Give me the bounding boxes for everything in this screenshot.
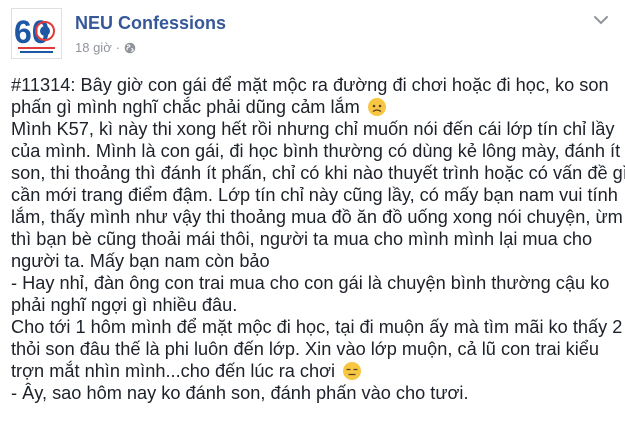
worried-face-emoji <box>367 98 386 116</box>
globe-icon[interactable] <box>124 42 136 54</box>
post-line: - Ây, sao hôm nay ko đánh son, đánh phấn… <box>11 383 469 403</box>
page-name-link[interactable]: NEU Confessions <box>75 13 226 34</box>
post-line-with-emoji: trợn mắt nhìn mình...cho đến lúc ra chơi <box>11 360 617 382</box>
post-line: - Hay nhỉ, đàn ông con trai mua cho con … <box>11 273 610 293</box>
post-line-text: trợn mắt nhìn mình...cho đến lúc ra chơi <box>11 361 336 381</box>
post-line-text: phấn gì mình nghĩ chắc phải dũng cảm lắm <box>11 97 360 117</box>
post-line: #11314: Bây giờ con gái để mặt mộc ra đư… <box>11 75 609 95</box>
post-line: son, thi thoảng thì đánh ít phấn, chỉ có… <box>11 163 625 183</box>
post-timestamp[interactable]: 18 giờ <box>75 40 112 55</box>
post-line: phải nghĩ ngợi gì nhiều đâu. <box>11 295 238 315</box>
post-line: thì bạn bè cũng thoải mái thôi, người ta… <box>11 229 593 249</box>
post-line: lắm, thấy mình như vậy thi thoảng mua đồ… <box>11 207 623 227</box>
chevron-down-icon[interactable] <box>593 14 609 26</box>
post-line: cần mới trang điểm đậm. Lớp tín chỉ này … <box>11 185 618 205</box>
neu-logo-icon: 60 <box>12 9 61 58</box>
post-line: Cho tới 1 hôm mình để mặt mộc đi học, tạ… <box>11 317 623 337</box>
page-avatar[interactable]: 60 <box>11 8 62 59</box>
post-line-with-emoji: phấn gì mình nghĩ chắc phải dũng cảm lắm <box>11 96 617 118</box>
post-line: người ta. Mấy bạn nam còn bảo <box>11 251 270 271</box>
post-meta: 18 giờ · <box>75 40 136 55</box>
meta-separator: · <box>115 40 121 55</box>
post-text: #11314: Bây giờ con gái để mặt mộc ra đư… <box>11 74 625 404</box>
expressionless-face-emoji <box>343 362 362 380</box>
post-line: của mình. Mình là con gái, đi học bình t… <box>11 141 621 161</box>
post-header: 60 NEU Confessions 18 giờ · <box>0 0 625 66</box>
post-line: thỏi son đâu thế là phi luôn đến lớp. Xi… <box>11 339 600 359</box>
post-line: Mình K57, kì này thi xong hết rồi nhưng … <box>11 119 615 139</box>
